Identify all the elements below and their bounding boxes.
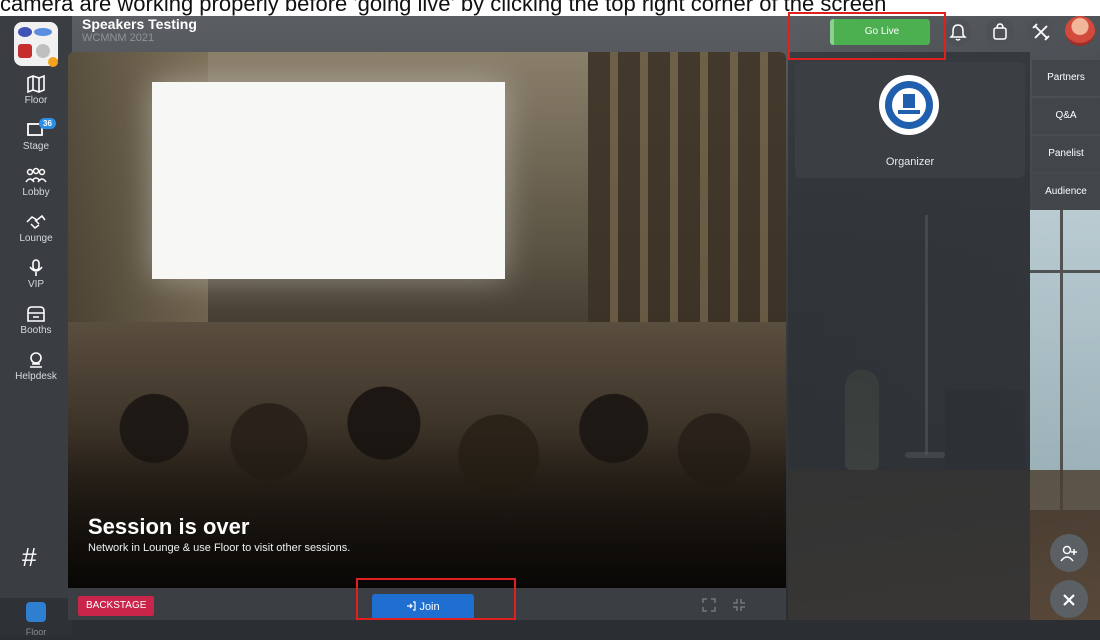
tools-button[interactable] [1027,18,1055,46]
status-dot [48,57,58,67]
map-icon [27,74,45,94]
go-live-button[interactable]: Go Live [830,19,930,45]
bell-icon [949,24,967,41]
add-person-button[interactable] [1050,534,1088,572]
stage-bottom-bar: BACKSTAGE Join [68,588,786,620]
instruction-text: camera are working properly before 'goin… [0,0,887,16]
sidebar-item-label: Stage [22,141,50,152]
sidebar-item-label: Lounge [19,233,53,244]
event-subtitle: WCMNM 2021 [82,32,155,44]
sidebar-item-label: Helpdesk [15,371,57,382]
people-group-icon [25,167,47,183]
organizer-card[interactable]: Organizer [795,62,1025,178]
backstage-button[interactable]: BACKSTAGE [78,596,155,616]
sidebar-item-lobby[interactable]: Lobby [0,166,72,210]
instruction-caption: camera are working properly before 'goin… [0,0,1100,16]
organizer-label: Organizer [885,156,935,168]
left-sidebar: Floor 36 Stage Lobby Lounge VIP Booths H… [0,16,72,637]
microphone-icon [29,259,43,276]
sidebar-item-lounge[interactable]: Lounge [0,212,72,256]
join-button[interactable]: Join [372,594,474,620]
hashtag-button[interactable]: # [22,542,36,573]
stage-count-badge: 36 [39,118,56,129]
tab-qna[interactable]: Q&A [1032,98,1100,134]
handshake-icon [26,214,46,229]
event-title: Speakers Testing [82,16,197,32]
exit-fullscreen-icon[interactable] [732,598,746,612]
floor-mini-label: Floor [25,627,47,637]
sidebar-item-vip[interactable]: VIP [0,258,72,302]
sidebar-item-label: Lobby [22,187,50,198]
close-icon [1063,593,1075,606]
organizer-logo-icon [879,75,939,135]
booth-icon [27,306,45,322]
tab-panelist[interactable]: Panelist [1032,136,1100,172]
sidebar-item-stage[interactable]: 36 Stage [0,118,72,164]
shop-button[interactable] [986,18,1014,46]
floor-mini-button[interactable]: Floor [0,598,72,637]
stage-video: Session is over Network in Lounge & use … [68,52,786,588]
join-label: Join [419,601,440,613]
session-status-title: Session is over [88,514,250,539]
user-avatar[interactable] [1065,16,1095,46]
sidebar-item-helpdesk[interactable]: Helpdesk [0,350,72,394]
tools-icon [1032,23,1050,41]
close-button[interactable] [1050,580,1088,618]
projection-screen [152,82,505,279]
floor-icon [26,602,46,622]
right-tabs: Partners Q&A Panelist Audience [1032,60,1100,212]
notifications-button[interactable] [944,18,972,46]
sidebar-item-label: Floor [24,95,48,106]
session-status-subtitle: Network in Lounge & use Floor to visit o… [88,542,351,554]
add-person-icon [1060,545,1077,562]
sidebar-item-label: VIP [27,279,45,290]
sidebar-item-label: Booths [20,325,52,336]
login-arrow-icon [407,601,416,611]
background-window [1030,210,1100,510]
shopping-bag-icon [993,23,1007,40]
fullscreen-icon[interactable] [702,598,716,612]
tab-audience[interactable]: Audience [1032,174,1100,210]
tab-partners[interactable]: Partners [1032,60,1100,96]
helpdesk-icon [30,352,42,368]
sidebar-item-floor[interactable]: Floor [0,74,72,118]
sidebar-item-booths[interactable]: Booths [0,304,72,348]
